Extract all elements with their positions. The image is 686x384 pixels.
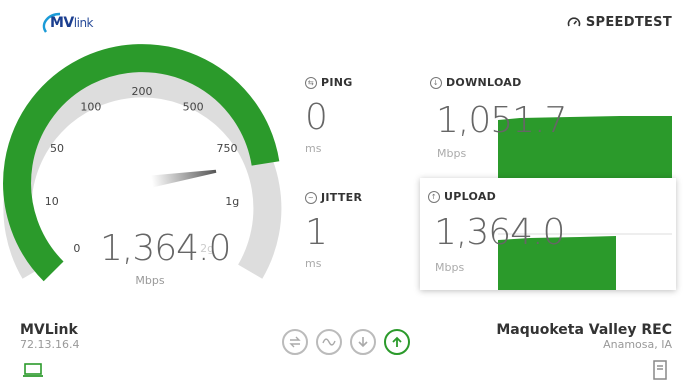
ping-icon: ⇆ bbox=[305, 76, 317, 89]
ping-label: ⇆ PING bbox=[305, 76, 353, 89]
jitter-value: 1 bbox=[305, 212, 328, 253]
ping-value: 0 bbox=[305, 97, 328, 138]
upload-unit: Mbps bbox=[435, 261, 465, 274]
jitter-metric: ~ JITTER 1 ms bbox=[305, 191, 362, 270]
download-label: ↓ DOWNLOAD bbox=[430, 76, 522, 89]
gauge-tick-label: 50 bbox=[50, 142, 64, 155]
upload-step-icon bbox=[384, 329, 410, 355]
logo-text-mv: MV bbox=[50, 15, 74, 31]
download-icon: ↓ bbox=[430, 76, 442, 89]
gauge-tick-label: 200 bbox=[132, 85, 153, 98]
ping-unit: ms bbox=[305, 142, 322, 155]
server-info: Maquoketa Valley REC Anamosa, IA bbox=[496, 322, 672, 351]
ping-label-text: PING bbox=[321, 76, 353, 89]
jitter-step-icon bbox=[316, 329, 342, 355]
server-location: Anamosa, IA bbox=[603, 338, 672, 351]
ping-metric: ⇆ PING 0 ms bbox=[305, 76, 353, 155]
jitter-unit: ms bbox=[305, 257, 322, 270]
client-name: MVLink bbox=[20, 322, 78, 338]
download-unit: Mbps bbox=[437, 147, 467, 160]
logo-text-link: link bbox=[73, 16, 94, 30]
client-ip: 72.13.16.4 bbox=[20, 338, 80, 351]
download-value: 1,051.7 bbox=[436, 100, 567, 141]
gauge-unit: Mbps bbox=[135, 274, 165, 287]
client-info: MVLink 72.13.16.4 bbox=[20, 322, 79, 351]
speedtest-gauge-icon bbox=[567, 16, 581, 26]
gauge-value: 1,364.0 bbox=[100, 228, 231, 269]
gauge-needle bbox=[150, 169, 217, 188]
server-name: Maquoketa Valley REC bbox=[496, 322, 672, 338]
download-label-text: DOWNLOAD bbox=[446, 76, 522, 89]
upload-value: 1,364.0 bbox=[434, 212, 565, 253]
download-step-icon bbox=[350, 329, 376, 355]
upload-label: ↑ UPLOAD bbox=[428, 190, 496, 203]
download-panel: ↓ DOWNLOAD 1,051.7 Mbps bbox=[420, 70, 676, 180]
gauge-tick-label: 0 bbox=[73, 242, 80, 255]
jitter-icon: ~ bbox=[305, 191, 317, 204]
speedtest-brand: SPEEDTEST bbox=[567, 15, 672, 30]
test-steps bbox=[282, 329, 410, 355]
brand-label: SPEEDTEST bbox=[585, 15, 672, 30]
ping-step-icon bbox=[282, 329, 308, 355]
upload-label-text: UPLOAD bbox=[444, 190, 497, 203]
upload-panel: ↑ UPLOAD 1,364.0 Mbps bbox=[420, 178, 676, 290]
laptop-icon[interactable] bbox=[22, 362, 44, 382]
logo-text: MVlink bbox=[50, 15, 94, 31]
server-icon[interactable] bbox=[652, 360, 668, 384]
gauge-tick-label: 10 bbox=[45, 195, 59, 208]
mvlink-logo: MVlink bbox=[38, 10, 108, 38]
gauge-tick-label: 100 bbox=[80, 101, 101, 114]
upload-icon: ↑ bbox=[428, 190, 440, 203]
jitter-label: ~ JITTER bbox=[305, 191, 362, 204]
gauge-tick-label: 1g bbox=[225, 195, 239, 208]
jitter-label-text: JITTER bbox=[321, 191, 363, 204]
gauge-tick-label: 750 bbox=[217, 142, 238, 155]
gauge-tick-label: 500 bbox=[183, 101, 204, 114]
